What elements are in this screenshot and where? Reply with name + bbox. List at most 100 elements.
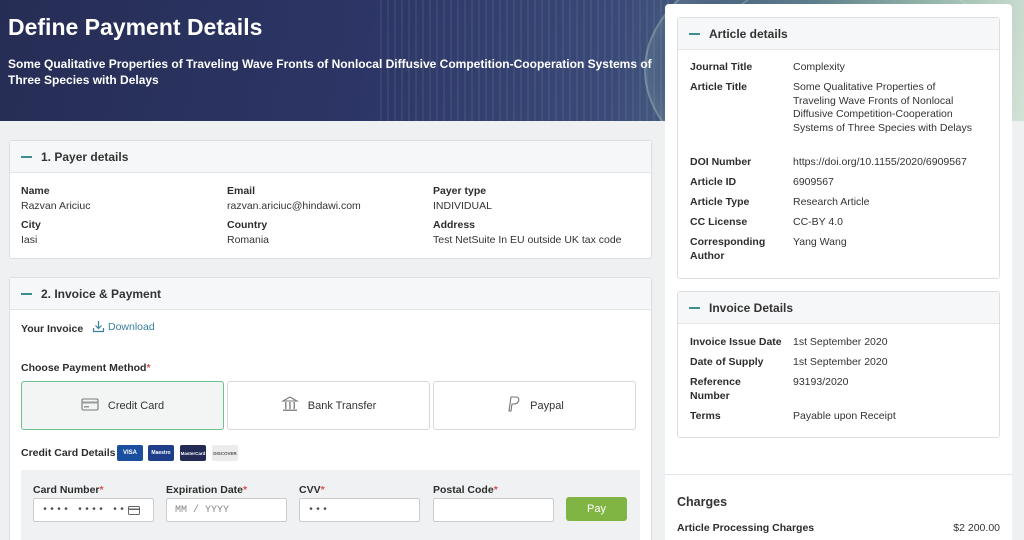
card-icon <box>128 505 141 515</box>
required-mark: * <box>320 484 325 496</box>
card-brand-label: VISA <box>122 450 137 456</box>
name-value: Razvan Ariciuc <box>21 200 91 212</box>
invoice-payment-title: 2. Invoice & Payment <box>41 286 162 301</box>
collapse-icon[interactable] <box>689 32 700 35</box>
row-value: Some Qualitative Properties of Traveling… <box>793 81 972 134</box>
charges-title: Charges <box>677 495 728 509</box>
email-label: Email <box>227 185 256 197</box>
method-label: Paypal <box>530 399 564 412</box>
row-key: CC License <box>690 216 748 228</box>
doi-link[interactable]: https://doi.org/10.1155/2020/6909567 <box>793 156 973 170</box>
expiration-label-text: Expiration Date <box>166 484 244 496</box>
required-mark: * <box>493 484 498 496</box>
row-value: Payable upon Receipt <box>793 410 896 422</box>
row-key: Date of Supply <box>690 356 764 368</box>
card-number-label-text: Card Number <box>33 484 100 496</box>
discover-logo: DISCOVER <box>212 445 238 461</box>
city-value: Iasi <box>21 234 38 246</box>
collapse-icon[interactable] <box>689 306 700 309</box>
card-brand-label: Maestro <box>151 450 171 456</box>
payer-type-value: INDIVIDUAL <box>433 200 492 212</box>
required-mark: * <box>146 362 151 374</box>
expiration-label: Expiration Date* <box>166 484 247 496</box>
row-value: Yang Wang <box>793 236 847 248</box>
country-label: Country <box>227 219 268 231</box>
row-value: 93193/2020 <box>793 376 849 388</box>
card-brand-label: MasterCard <box>180 450 206 456</box>
row-key: Terms <box>690 410 721 422</box>
row-key: Article Title <box>690 81 747 93</box>
required-mark: * <box>243 484 248 496</box>
pay-button[interactable]: Pay <box>566 497 627 521</box>
your-invoice-label: Your Invoice <box>21 323 84 335</box>
cvv-label-text: CVV <box>299 484 321 496</box>
payer-type-label: Payer type <box>433 185 487 197</box>
invoice-details-header[interactable]: Invoice Details <box>678 292 999 324</box>
bank-icon <box>280 395 299 416</box>
row-key: Article ID <box>690 176 737 188</box>
apc-value: $2 200.00 <box>953 522 1000 534</box>
method-credit-card[interactable]: Credit Card <box>21 381 224 430</box>
row-value: 1st September 2020 <box>793 336 888 348</box>
row-value: Complexity <box>793 61 845 73</box>
download-label: Download <box>108 320 155 333</box>
payer-details-header[interactable]: 1. Payer details <box>10 141 651 173</box>
row-key: Article Type <box>690 196 750 208</box>
row-key: Journal Title <box>690 61 753 73</box>
payer-email: Email razvan.ariciuc@hindawi.com <box>227 185 427 212</box>
page-title: Define Payment Details <box>8 14 263 40</box>
city-label: City <box>21 219 41 231</box>
payer-city: City Iasi <box>21 219 221 246</box>
row-key: Invoice Issue Date <box>690 336 782 348</box>
row-value: Research Article <box>793 196 870 208</box>
visa-logo: VISA <box>117 445 143 461</box>
address-value: Test NetSuite In EU outside UK tax code <box>433 234 622 246</box>
download-link[interactable]: Download <box>92 320 155 333</box>
choose-method-label: Choose Payment Method* <box>21 362 151 374</box>
method-label: Credit Card <box>107 399 165 412</box>
cc-details-label: Credit Card Details <box>21 447 116 459</box>
email-value: razvan.ariciuc@hindawi.com <box>227 200 361 212</box>
postal-code-label-text: Postal Code <box>433 484 494 496</box>
cvv-label: CVV* <box>299 484 325 496</box>
postal-code-input[interactable] <box>433 498 554 522</box>
invoice-payment-header[interactable]: 2. Invoice & Payment <box>10 278 651 310</box>
article-title-subtitle: Some Qualitative Properties of Traveling… <box>8 57 652 87</box>
row-value: 6909567 <box>793 176 834 188</box>
collapse-icon[interactable] <box>21 292 32 295</box>
article-details-header[interactable]: Article details <box>678 18 999 50</box>
credit-card-icon <box>81 397 99 414</box>
payer-details-title: 1. Payer details <box>41 149 129 164</box>
invoice-details-title: Invoice Details <box>709 300 794 315</box>
choose-method-text: Choose Payment Method <box>21 362 147 374</box>
method-label: Bank Transfer <box>307 399 377 412</box>
required-mark: * <box>99 484 104 496</box>
row-key: DOI Number <box>690 156 752 168</box>
article-details-title: Article details <box>709 26 788 41</box>
address-label: Address <box>433 219 476 231</box>
expiration-input[interactable]: MM / YYYY <box>166 498 287 522</box>
download-icon <box>92 321 105 333</box>
method-paypal[interactable]: Paypal <box>433 381 636 430</box>
apc-label: Article Processing Charges <box>677 522 815 534</box>
card-number-value: •••• •••• •• <box>42 504 127 516</box>
right-sidebar: Article details Journal Title Complexity… <box>665 4 1012 540</box>
row-key: Reference Number <box>690 376 741 402</box>
expiration-placeholder: MM / YYYY <box>175 504 230 516</box>
postal-code-label: Postal Code* <box>433 484 498 496</box>
cvv-input[interactable]: ••• <box>299 498 420 522</box>
collapse-icon[interactable] <box>21 155 32 158</box>
payer-address: Address Test NetSuite In EU outside UK t… <box>433 219 648 246</box>
cvv-value: ••• <box>308 504 330 516</box>
method-bank-transfer[interactable]: Bank Transfer <box>227 381 430 430</box>
card-brand-label: DISCOVER <box>213 450 237 456</box>
row-key: Corresponding Author <box>690 236 766 262</box>
maestro-logo: Maestro <box>148 445 174 461</box>
mastercard-logo: MasterCard <box>180 445 206 461</box>
payer-type: Payer type INDIVIDUAL <box>433 185 633 212</box>
charges-divider <box>665 474 1012 475</box>
payer-details-panel: 1. Payer details Name Razvan Ariciuc Ema… <box>9 140 652 259</box>
row-value: 1st September 2020 <box>793 356 888 368</box>
card-number-input[interactable]: •••• •••• •• <box>33 498 154 522</box>
paypal-icon <box>505 395 521 416</box>
